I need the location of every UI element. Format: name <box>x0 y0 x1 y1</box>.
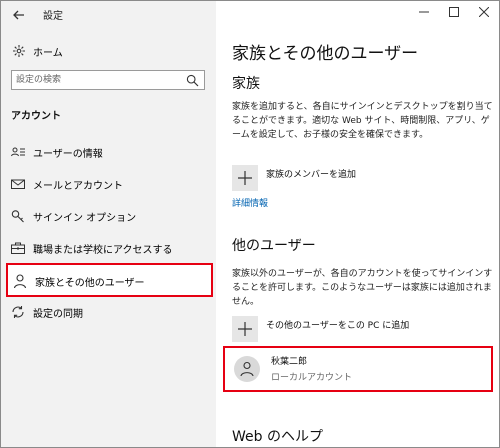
sidebar-item-label: メールとアカウント <box>33 181 123 192</box>
user-name: 秋葉二郎 <box>271 357 308 367</box>
add-family-member-label: 家族のメンバーを追加 <box>266 170 357 180</box>
sidebar-item-signin[interactable]: サインイン オプション <box>1 201 216 231</box>
sidebar-item-label: 家族とその他のユーザー <box>35 278 145 289</box>
section-heading: アカウント <box>11 111 61 122</box>
sidebar-item-mail[interactable]: メールとアカウント <box>1 169 216 199</box>
settings-window: 設定 ホーム アカウント ユーザーの情報 <box>0 0 500 448</box>
key-icon <box>11 210 24 223</box>
plus-tile <box>232 316 258 342</box>
maximize-button[interactable] <box>439 1 469 25</box>
person-icon <box>240 361 254 377</box>
sidebar: 設定 ホーム アカウント ユーザーの情報 <box>1 1 216 447</box>
details-link[interactable]: 詳細情報 <box>232 196 268 209</box>
search-icon <box>186 74 199 87</box>
user-info-icon <box>11 147 25 157</box>
title-bar: 設定 <box>1 1 216 29</box>
sidebar-item-family[interactable]: 家族とその他のユーザー <box>6 263 213 297</box>
avatar <box>234 356 260 382</box>
home-icon <box>13 45 25 57</box>
sidebar-item-home[interactable]: ホーム <box>1 39 216 63</box>
sidebar-item-label: 設定の同期 <box>33 309 83 320</box>
sidebar-item-label: サインイン オプション <box>33 213 137 224</box>
other-users-heading: 他のユーザー <box>232 238 316 254</box>
add-family-member-button[interactable]: 家族のメンバーを追加 <box>232 165 492 191</box>
plus-tile <box>232 165 258 191</box>
family-heading: 家族 <box>232 76 260 92</box>
page-title: 家族とその他のユーザー <box>232 44 419 64</box>
close-button[interactable] <box>469 1 499 25</box>
add-other-user-button[interactable]: その他のユーザーをこの PC に追加 <box>232 316 492 342</box>
web-help-heading: Web のヘルプ <box>232 429 323 445</box>
search-box[interactable] <box>11 70 205 90</box>
local-user-account-item[interactable]: 秋葉二郎 ローカルアカウント <box>223 346 493 392</box>
person-icon <box>13 274 27 289</box>
sidebar-item-user-info[interactable]: ユーザーの情報 <box>1 137 216 167</box>
close-icon <box>479 7 489 17</box>
maximize-icon <box>449 7 459 17</box>
plus-icon <box>238 322 252 336</box>
main-content: 家族とその他のユーザー 家族 家族を追加すると、各自にサインインとデスクトップを… <box>216 1 499 447</box>
sidebar-item-label: ユーザーの情報 <box>33 149 103 160</box>
back-button[interactable] <box>9 5 29 25</box>
sidebar-item-sync[interactable]: 設定の同期 <box>1 297 216 327</box>
briefcase-icon <box>11 242 25 254</box>
minimize-icon <box>419 11 429 13</box>
plus-icon <box>238 171 252 185</box>
sync-icon <box>12 306 24 318</box>
mail-icon <box>11 179 25 189</box>
other-users-description: 家族以外のユーザーが、各自のアカウントを使ってサインインすることを許可します。こ… <box>232 269 493 307</box>
add-other-user-label: その他のユーザーをこの PC に追加 <box>266 321 410 331</box>
search-input[interactable] <box>16 72 176 88</box>
user-account-type: ローカルアカウント <box>271 373 353 383</box>
minimize-button[interactable] <box>409 1 439 25</box>
sidebar-item-work-school[interactable]: 職場または学校にアクセスする <box>1 233 216 263</box>
back-arrow-icon <box>13 10 24 20</box>
family-description: 家族を追加すると、各自にサインインとデスクトップを割り当てることができます。適切… <box>232 102 493 140</box>
app-title: 設定 <box>43 11 63 22</box>
sidebar-item-label: 職場または学校にアクセスする <box>33 245 173 256</box>
sidebar-item-label: ホーム <box>33 48 63 59</box>
